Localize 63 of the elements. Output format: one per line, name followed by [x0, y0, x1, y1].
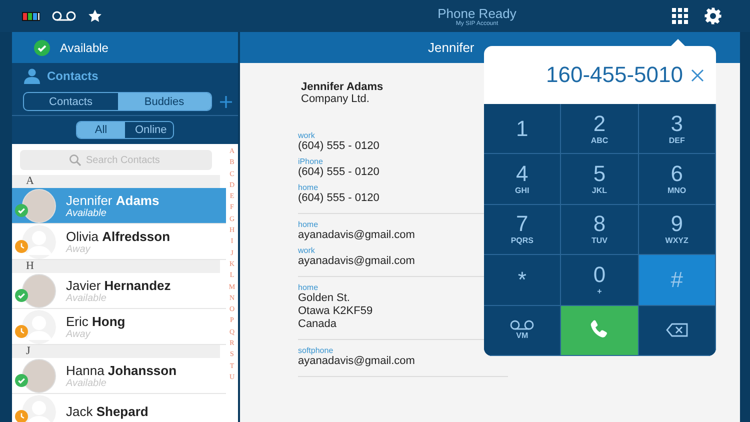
field-label: home: [298, 220, 320, 229]
dialpad-icon[interactable]: [672, 8, 688, 24]
filter-tab[interactable]: All: [77, 122, 125, 138]
dialpad-key[interactable]: [561, 306, 639, 356]
dialpad-key[interactable]: 0 +: [561, 255, 639, 306]
field-value[interactable]: ayanadavis@gmail.com: [298, 355, 508, 368]
dialpad-key[interactable]: 9 WXYZ: [638, 204, 716, 256]
status-title: Phone Ready: [436, 6, 518, 20]
field-label: work: [298, 131, 316, 140]
dialpad-key[interactable]: VM: [484, 306, 562, 356]
filter-tab[interactable]: Online: [125, 122, 173, 138]
presence-status[interactable]: Available: [60, 40, 108, 54]
contact-row[interactable]: Javier Hernandez Available: [12, 273, 226, 309]
field-label: home: [298, 183, 320, 192]
contact-name: Jack Shepard: [66, 404, 148, 419]
source-tab[interactable]: Buddies: [118, 93, 211, 110]
close-icon[interactable]: [691, 68, 704, 82]
dialpad-key[interactable]: 3 DEF: [638, 104, 716, 154]
dialpad-key[interactable]: 8 TUV: [561, 204, 639, 256]
dialpad-key[interactable]: 1: [484, 104, 562, 154]
field-label: home: [298, 283, 320, 292]
contact-name: Hanna Johansson: [66, 362, 177, 378]
person-icon: [24, 68, 40, 84]
contact-name: Olivia Alfredsson: [66, 228, 170, 244]
contact-name: Eric Hong: [66, 314, 126, 328]
contact-status: Available: [66, 208, 108, 218]
contact-full-name: Jennifer Adams: [301, 81, 384, 93]
dialpad-key[interactable]: 2 ABC: [561, 104, 639, 154]
detail-title: Jennifer: [428, 40, 474, 55]
dialpad-key[interactable]: 6 MNO: [638, 154, 716, 205]
voicemail-icon: [510, 320, 534, 330]
source-tab[interactable]: Contacts: [24, 93, 118, 110]
section-header: J: [12, 345, 220, 358]
section-header: H: [12, 260, 220, 273]
field-label: iPhone: [298, 157, 324, 166]
contact-row[interactable]: Hanna Johansson Available: [12, 358, 226, 394]
search-icon: [69, 154, 81, 166]
dialpad-key[interactable]: *: [484, 255, 562, 306]
contact-status: Away: [66, 244, 92, 254]
contact-name: Javier Hernandez: [66, 278, 171, 292]
contact-status: Available: [66, 292, 108, 304]
settings-icon[interactable]: [704, 7, 722, 25]
dialpad-key[interactable]: [638, 306, 716, 356]
dialpad-key[interactable]: 5 JKL: [561, 154, 639, 205]
star-icon[interactable]: [88, 9, 102, 23]
contact-row[interactable]: Eric Hong Away: [12, 309, 226, 345]
section-header: A: [12, 175, 220, 188]
contact-status: Away: [66, 328, 92, 340]
voicemail-icon[interactable]: [52, 11, 76, 21]
keypad-icon[interactable]: [22, 12, 40, 20]
contact-row[interactable]: Jennifer Adams Available: [12, 188, 226, 224]
contacts-heading: Contacts: [47, 69, 98, 83]
field-label: work: [298, 246, 316, 255]
backspace-icon: [666, 323, 688, 338]
contact-status: Available: [66, 378, 108, 388]
contact-row[interactable]: Olivia Alfredsson Away: [12, 224, 226, 260]
dialpad-key[interactable]: 4 GHI: [484, 154, 562, 205]
add-icon[interactable]: [220, 96, 232, 108]
field-label: softphone: [298, 346, 334, 355]
company-name: Company Ltd.: [301, 93, 370, 105]
dialed-number: 160-455-5010: [546, 62, 683, 88]
dialpad-key[interactable]: 7 PQRS: [484, 204, 562, 256]
contact-name: Jennifer Adams: [66, 192, 160, 208]
